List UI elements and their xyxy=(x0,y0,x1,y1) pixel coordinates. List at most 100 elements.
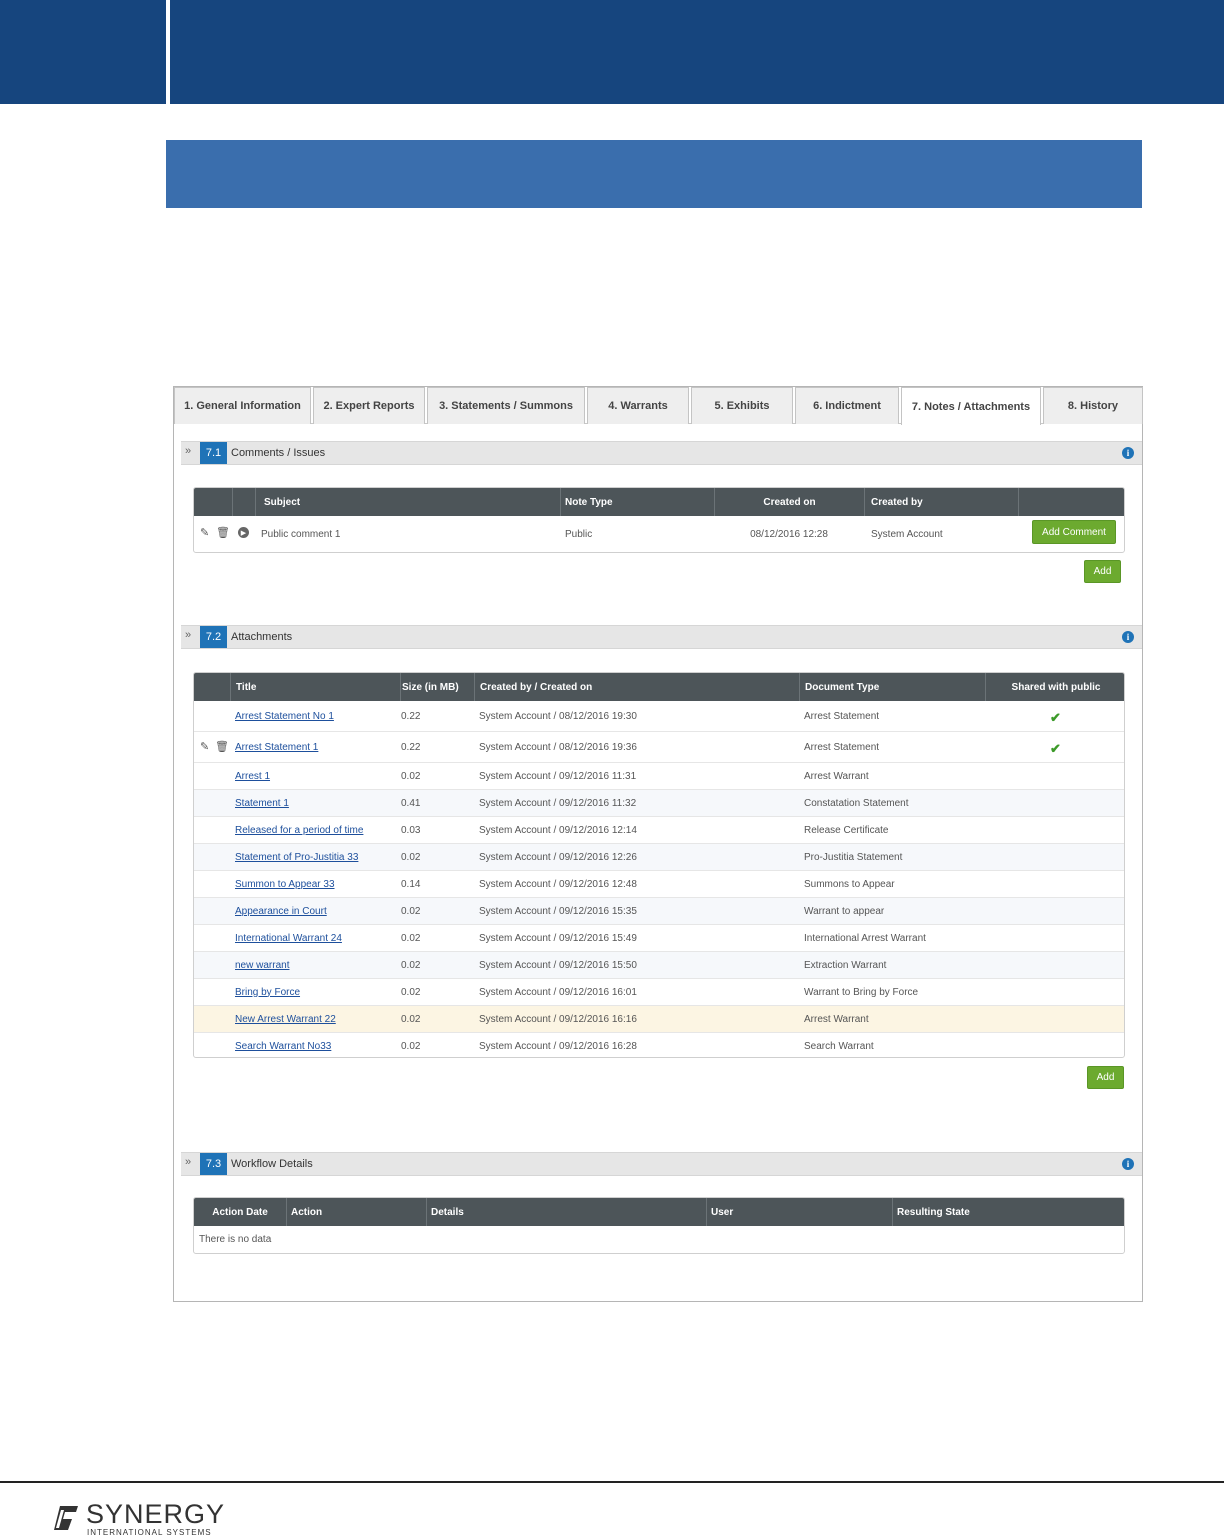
workflow-section-header[interactable]: » 7.3 Workflow Details i xyxy=(181,1152,1142,1176)
double-chevron-down-icon[interactable]: » xyxy=(185,445,191,457)
cell-document-type: Arrest Warrant xyxy=(804,1013,869,1025)
tab-notes-attachments[interactable]: 7. Notes / Attachments xyxy=(901,387,1041,425)
attachment-title-link[interactable]: Search Warrant No33 xyxy=(235,1041,331,1052)
header-user: User xyxy=(706,1198,892,1226)
pencil-icon[interactable]: ✎ xyxy=(200,526,209,539)
tab-statements-summons[interactable]: 3. Statements / Summons xyxy=(427,387,585,424)
attachment-title-link[interactable]: International Warrant 24 xyxy=(235,933,342,944)
table-row: Released for a period of time 0.03 System … xyxy=(194,817,1124,844)
section-number: 7.3 xyxy=(200,1153,227,1175)
attachment-title-link[interactable]: New Arrest Warrant 22 xyxy=(235,1014,336,1025)
table-row: Statement 1 0.41 System Account / 09/12/20… xyxy=(194,790,1124,817)
empty-message: There is no data xyxy=(199,1234,272,1245)
tab-warrants[interactable]: 4. Warrants xyxy=(587,387,689,424)
cell-size: 0.02 xyxy=(401,986,421,998)
synergy-logo-icon xyxy=(54,1506,78,1530)
top-banner xyxy=(0,0,1224,104)
cell-created: System Account / 09/12/2016 11:32 xyxy=(479,797,637,809)
table-header: Action Date Action Details User Resultin… xyxy=(194,1198,1124,1226)
header-created-by: Created by xyxy=(864,488,1018,516)
cell-size: 0.02 xyxy=(401,932,421,944)
info-icon[interactable]: i xyxy=(1122,1158,1134,1170)
table-header: Subject Note Type Created on Created by xyxy=(194,488,1124,516)
cell-created: System Account / 09/12/2016 11:31 xyxy=(479,770,637,782)
section-number: 7.1 xyxy=(200,442,227,464)
attachment-title-link[interactable]: Arrest Statement 1 xyxy=(235,742,318,753)
attachment-title-link[interactable]: Arrest Statement No 1 xyxy=(235,711,334,722)
cell-size: 0.02 xyxy=(401,1041,421,1052)
attachment-title-link[interactable]: new warrant xyxy=(235,960,289,971)
attachments-table: Title Size (in MB) Created by / Created … xyxy=(193,672,1125,1058)
header-subject: Subject xyxy=(255,488,559,516)
cell-document-type: Arrest Statement xyxy=(804,710,880,722)
cell-document-type: Warrant to appear xyxy=(804,905,885,917)
cell-created: System Account / 09/12/2016 16:28 xyxy=(479,1041,637,1052)
header-action-date: Action Date xyxy=(212,1206,268,1218)
attachment-title-link[interactable]: Statement 1 xyxy=(235,798,289,809)
attachments-section-header[interactable]: » 7.2 Attachments i xyxy=(181,625,1142,649)
tab-general-information[interactable]: 1. General Information xyxy=(174,387,311,424)
cell-created: System Account / 08/12/2016 19:36 xyxy=(479,741,637,753)
cell-created: System Account / 09/12/2016 12:26 xyxy=(479,851,637,863)
cell-document-type: Extraction Warrant xyxy=(804,959,887,971)
attachment-title-link[interactable]: Arrest 1 xyxy=(235,771,270,782)
section-banner xyxy=(166,140,1142,208)
tab-history[interactable]: 8. History xyxy=(1043,387,1143,424)
table-header: Title Size (in MB) Created by / Created … xyxy=(194,673,1124,701)
empty-row: There is no data xyxy=(194,1226,1124,1253)
add-comment-row-button[interactable]: Add xyxy=(1084,560,1121,583)
check-icon: ✔ xyxy=(1050,740,1061,756)
section-title: Comments / Issues xyxy=(231,447,326,459)
cell-created: System Account / 09/12/2016 16:16 xyxy=(479,1013,637,1025)
cell-document-type: Warrant to Bring by Force xyxy=(804,986,919,998)
attachment-title-link[interactable]: Statement of Pro-Justitia 33 xyxy=(235,852,358,863)
table-row: Summon to Appear 33 0.14 System Account / … xyxy=(194,871,1124,898)
header-actions xyxy=(1018,488,1124,516)
table-row: New Arrest Warrant 22 0.02 System Account … xyxy=(194,1006,1124,1033)
cell-note-type: Public xyxy=(565,528,593,540)
trash-icon[interactable]: 🗑 xyxy=(215,740,229,753)
pencil-icon[interactable]: ✎ xyxy=(200,740,209,753)
attachment-title-link[interactable]: Summon to Appear 33 xyxy=(235,879,335,890)
attachment-title-link[interactable]: Released for a period of time xyxy=(235,825,363,836)
add-attachment-button[interactable]: Add xyxy=(1087,1066,1124,1089)
comments-table: Subject Note Type Created on Created by … xyxy=(193,487,1125,553)
cell-created: System Account / 09/12/2016 15:49 xyxy=(479,932,637,944)
tab-expert-reports[interactable]: 2. Expert Reports xyxy=(313,387,425,424)
cell-size: 0.14 xyxy=(401,878,421,890)
tab-exhibits[interactable]: 5. Exhibits xyxy=(691,387,793,424)
cell-created: System Account / 09/12/2016 16:01 xyxy=(479,986,637,998)
header-document-type: Document Type xyxy=(799,673,985,701)
cell-document-type: Summons to Appear xyxy=(804,878,895,890)
add-comment-button[interactable]: Add Comment xyxy=(1032,520,1116,544)
double-chevron-down-icon[interactable]: » xyxy=(185,1156,191,1168)
cell-created: System Account / 09/12/2016 15:35 xyxy=(479,905,637,917)
header-shared: Shared with public xyxy=(985,673,1124,701)
table-row: Arrest 1 0.02 System Account / 09/12/2016 … xyxy=(194,763,1124,790)
tab-bar: 1. General Information 2. Expert Reports… xyxy=(174,387,1143,425)
section-title: Attachments xyxy=(231,631,293,643)
info-icon[interactable]: i xyxy=(1122,447,1134,459)
trash-icon[interactable]: 🗑 xyxy=(216,526,230,539)
section-number: 7.2 xyxy=(200,626,227,648)
cell-document-type: Pro-Justitia Statement xyxy=(804,851,903,863)
comments-section-header[interactable]: » 7.1 Comments / Issues i xyxy=(181,441,1142,465)
tab-indictment[interactable]: 6. Indictment xyxy=(795,387,899,424)
logo-tagline: INTERNATIONAL SYSTEMS xyxy=(87,1528,212,1537)
cell-created: System Account / 09/12/2016 12:14 xyxy=(479,824,637,836)
info-icon[interactable]: i xyxy=(1122,631,1134,643)
cell-created: System Account / 09/12/2016 12:48 xyxy=(479,878,637,890)
cell-size: 0.02 xyxy=(401,905,421,917)
play-circle-icon[interactable]: ▶ xyxy=(238,527,249,538)
header-size: Size (in MB) xyxy=(400,673,474,701)
table-row: ✎ 🗑 Arrest Statement 1 0.22 System Account /… xyxy=(194,732,1124,763)
logo-wordmark: SYNERGY xyxy=(86,1499,226,1529)
double-chevron-down-icon[interactable]: » xyxy=(185,629,191,641)
cell-document-type: Search Warrant xyxy=(804,1041,874,1052)
table-row: new warrant 0.02 System Account / 09/12/20… xyxy=(194,952,1124,979)
cell-created-by: System Account xyxy=(871,528,943,540)
attachment-title-link[interactable]: Appearance in Court xyxy=(235,906,327,917)
attachment-title-link[interactable]: Bring by Force xyxy=(235,987,300,998)
table-row: Search Warrant No33 0.02 System Account / … xyxy=(194,1033,1124,1057)
cell-document-type: Arrest Warrant xyxy=(804,770,869,782)
